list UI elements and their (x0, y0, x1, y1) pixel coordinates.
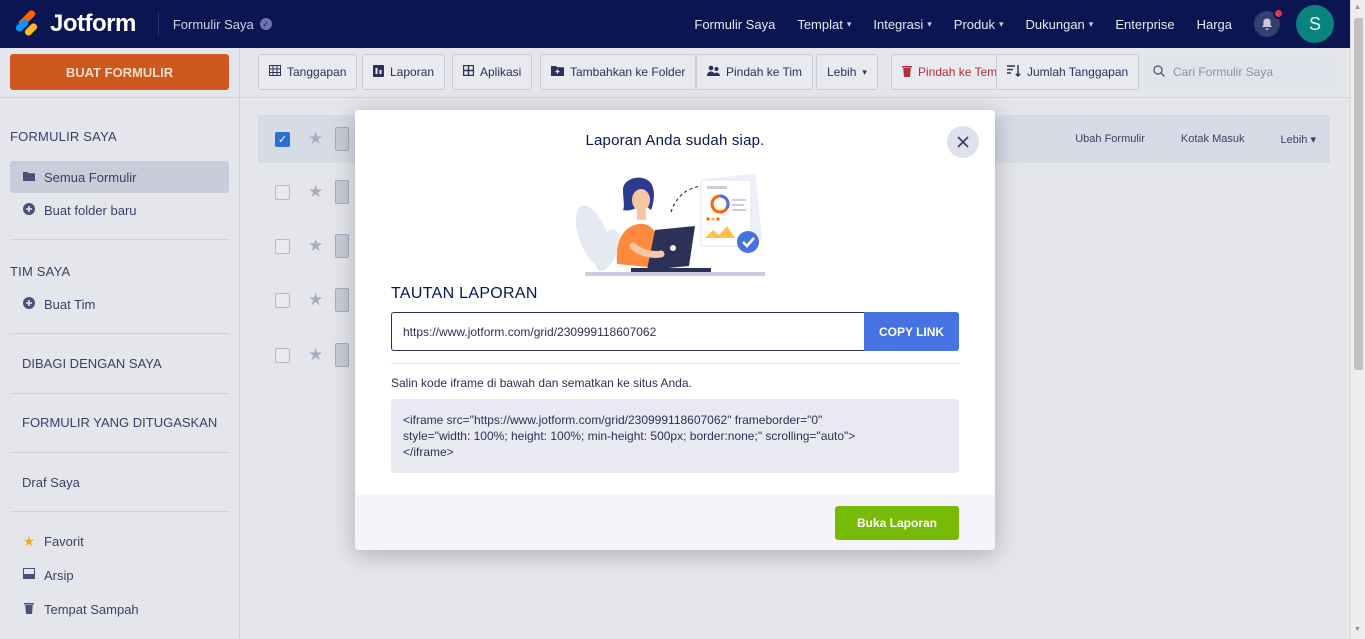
report-ready-illustration (575, 173, 765, 276)
close-dialog-button[interactable] (947, 126, 979, 158)
report-url-field[interactable]: https://www.jotform.com/grid/23099911860… (391, 312, 865, 351)
embed-code-line: style="width: 100%; height: 100%; min-he… (403, 429, 856, 443)
embed-code-line: <iframe src="https://www.jotform.com/gri… (403, 413, 823, 427)
close-icon (957, 136, 969, 148)
dialog-title: Laporan Anda sudah siap. (585, 132, 765, 149)
copy-link-button[interactable]: COPY LINK (864, 312, 959, 351)
embed-code-box[interactable]: <iframe src="https://www.jotform.com/gri… (391, 399, 959, 473)
embed-instruction-text: Salin kode iframe di bawah dan sematkan … (391, 376, 692, 390)
scroll-up-icon[interactable]: ▲ (1354, 4, 1361, 11)
embed-code-line: </iframe> (403, 445, 454, 459)
dialog-footer: Buka Laporan (355, 495, 995, 550)
scrollbar-thumb[interactable] (1354, 18, 1363, 370)
open-report-button[interactable]: Buka Laporan (835, 506, 959, 540)
scroll-down-icon[interactable]: ▼ (1354, 626, 1361, 633)
report-link-heading: TAUTAN LAPORAN (391, 285, 538, 302)
report-ready-dialog: Laporan Anda sudah siap. TAUTAN LAPORAN … (355, 110, 995, 550)
report-url-value: https://www.jotform.com/grid/23099911860… (403, 324, 657, 339)
divider (391, 363, 959, 364)
page-scrollbar[interactable]: ▲ ▼ (1350, 0, 1365, 639)
